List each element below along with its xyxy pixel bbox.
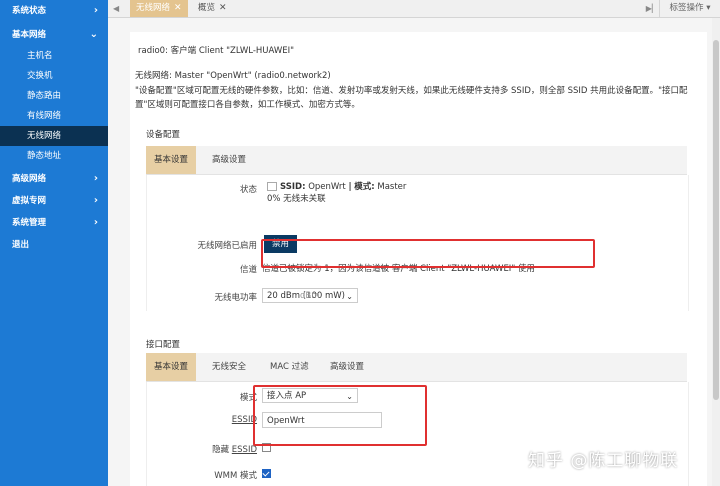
mode-label: 模式: [239, 393, 257, 403]
scrollbar-thumb[interactable]: [713, 40, 719, 400]
sidebar-item-switch[interactable]: 交换机: [0, 66, 108, 86]
close-icon[interactable]: ✕: [174, 3, 182, 13]
ssid-value: OpenWrt: [308, 182, 346, 192]
tab-iface-advanced-settings[interactable]: 高级设置: [322, 353, 372, 381]
sidebar-group-vpn[interactable]: 虚拟专网 ›: [0, 190, 108, 212]
tab-basic-settings[interactable]: 基本设置: [146, 146, 197, 174]
sidebar-group-label: 高级网络: [12, 174, 47, 184]
iface-config-title: 接口配置: [146, 340, 181, 350]
chevron-down-icon: ⌄: [89, 29, 98, 40]
tab-wireless-security[interactable]: 无线安全: [204, 353, 254, 381]
sidebar-group-label: 退出: [12, 240, 30, 250]
device-config-title: 设备配置: [146, 130, 181, 140]
description-line-1: "设备配置"区域可配置无线的硬件参数，比如：信道、发射功率或发射天线，如果此无线…: [135, 86, 688, 96]
sidebar-item-static-route[interactable]: 静态路由: [0, 86, 108, 106]
status-label: 状态: [239, 185, 257, 195]
ssid-key: SSID:: [280, 182, 306, 192]
signal-icon: [267, 182, 277, 191]
chevron-right-icon: ›: [93, 217, 98, 228]
sidebar-item-wired-network[interactable]: 有线网络: [0, 106, 108, 126]
tx-power-unit: dBm: [300, 291, 320, 301]
channel-highlight: [261, 239, 595, 268]
chevron-down-icon: ▾: [706, 3, 711, 13]
network-line: 无线网络: Master "OpenWrt" (radio0.network2): [135, 71, 331, 81]
mode-key: 模式:: [354, 182, 375, 192]
tab-label: 概览: [198, 3, 216, 13]
main-content: radio0: 客户端 Client "ZLWL-HUAWEI" 无线网络: M…: [108, 18, 720, 486]
tab-label: 无线网络: [136, 3, 171, 13]
wmm-mode-label: WMM 模式: [214, 471, 257, 481]
close-icon[interactable]: ✕: [219, 3, 227, 13]
sidebar-group-advanced-network[interactable]: 高级网络 ›: [0, 168, 108, 190]
hide-essid-label: 隐藏 ESSID: [147, 443, 257, 455]
wireless-enabled-label: 无线网络已启用: [197, 241, 257, 251]
chevron-right-icon: ›: [93, 195, 98, 206]
sidebar-group-system[interactable]: 系统管理 ›: [0, 212, 108, 234]
sidebar-group-label: 虚拟专网: [12, 196, 47, 206]
device-config-tabs: 基本设置 高级设置: [146, 146, 687, 175]
tab-overview[interactable]: 概览 ✕: [192, 0, 233, 17]
sidebar-item-logout[interactable]: 退出: [0, 234, 108, 256]
tab-bar: ◀ 无线网络 ✕ 概览 ✕ ▶▏ 标签操作 ▾: [108, 0, 720, 18]
mode-value: Master: [377, 182, 407, 192]
iface-config-tabs: 基本设置 无线安全 MAC 过滤 高级设置: [146, 353, 687, 382]
sidebar-item-wireless-network[interactable]: 无线网络: [0, 126, 108, 146]
client-line: radio0: 客户端 Client "ZLWL-HUAWEI": [138, 46, 295, 56]
double-right-icon[interactable]: ▶▏: [646, 0, 658, 17]
hide-prefix: 隐藏: [212, 445, 230, 455]
status-value: SSID: OpenWrt | 模式: Master 0% 无线未关联: [267, 181, 406, 205]
sidebar-item-static-address[interactable]: 静态地址: [0, 146, 108, 166]
tab-basic-settings[interactable]: 基本设置: [146, 353, 197, 381]
chevron-down-icon: ⌄: [346, 292, 353, 301]
chevron-right-icon: ›: [93, 173, 98, 184]
watermark: 知乎 @陈工聊物联: [528, 451, 679, 471]
tx-power-label: 无线电功率: [214, 293, 257, 303]
sidebar-item-hostname[interactable]: 主机名: [0, 46, 108, 66]
sidebar-group-label: 基本网络: [12, 30, 47, 40]
chevron-right-icon: ›: [93, 5, 98, 16]
tab-operations-button[interactable]: 标签操作 ▾: [659, 0, 720, 17]
sidebar-group-label: 系统管理: [12, 218, 47, 228]
description-line-2: 置"区域则可配置接口各自参数，如工作模式、加密方式等。: [135, 100, 360, 110]
channel-label: 信道: [239, 265, 257, 275]
tab-operations-label: 标签操作: [669, 3, 704, 13]
sidebar-group-status[interactable]: 系统状态 ›: [0, 0, 108, 22]
hide-essid-word: ESSID: [231, 445, 257, 455]
sidebar-group-basic-network[interactable]: 基本网络 ⌄: [0, 24, 108, 46]
status-separator: |: [348, 182, 352, 192]
essid-label: ESSID: [231, 415, 257, 425]
tab-mac-filter[interactable]: MAC 过滤: [262, 353, 317, 381]
double-left-icon[interactable]: ◀: [113, 0, 119, 17]
mode-essid-highlight: [253, 385, 427, 446]
wmm-mode-checkbox[interactable]: [262, 469, 271, 478]
signal-status: 0% 无线未关联: [267, 194, 326, 204]
sidebar: 系统状态 › 基本网络 ⌄ 主机名 交换机 静态路由 有线网络 无线网络 静态地…: [0, 0, 108, 486]
sidebar-group-label: 系统状态: [12, 6, 47, 16]
tab-wireless-network[interactable]: 无线网络 ✕: [130, 0, 188, 17]
tab-advanced-settings[interactable]: 高级设置: [204, 146, 254, 174]
